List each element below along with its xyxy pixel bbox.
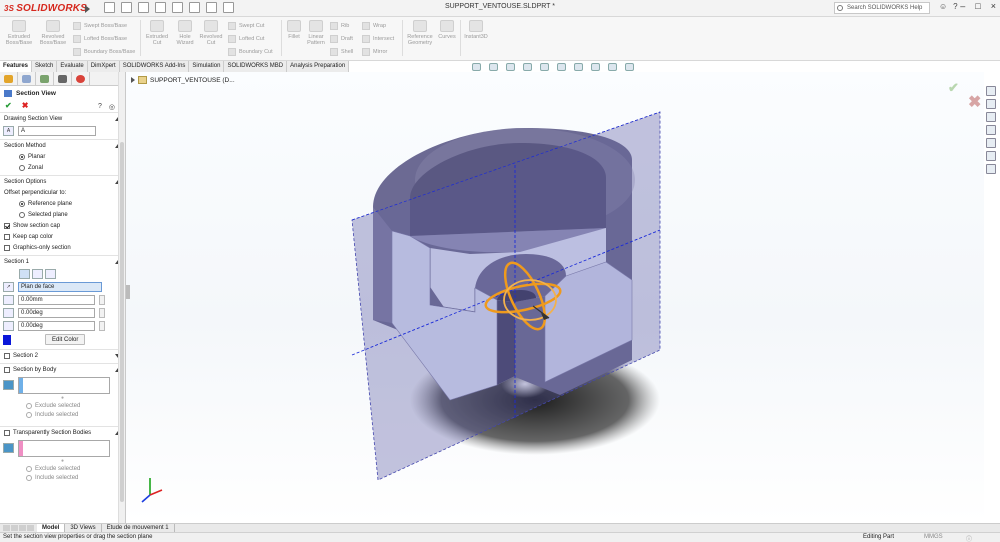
home-icon[interactable] (986, 86, 996, 96)
status-mode: Editing Part (863, 534, 895, 540)
dimxpert-manager-tab[interactable] (54, 72, 72, 85)
status-message: Set the section view properties or drag … (3, 534, 153, 540)
reference-plane-radio[interactable] (19, 200, 25, 207)
transparent-bodies-checkbox[interactable] (4, 429, 10, 436)
section-plane-field[interactable]: Plan de face (18, 281, 102, 292)
section-name-field[interactable]: A (18, 125, 96, 136)
custom-properties-icon[interactable] (986, 151, 996, 161)
keep-cap-color-checkbox[interactable] (4, 233, 10, 240)
file-explorer-icon[interactable] (986, 112, 996, 122)
task-pane (986, 86, 1000, 182)
configuration-icon (40, 74, 49, 83)
drawing-section-view-group: Drawing Section View AA (0, 112, 125, 137)
feature-tree-icon (4, 74, 13, 83)
bodies-selection-list[interactable] (18, 376, 110, 394)
last-tab-arrow-icon[interactable] (27, 525, 34, 531)
prev-tab-arrow-icon[interactable] (11, 525, 18, 531)
x-rotation-field[interactable]: 0.00deg (18, 307, 95, 318)
tab-motion-study[interactable]: Etude de mouvement 1 (102, 524, 175, 532)
feature-tree-flyout[interactable]: SUPPORT_VENTOUSE (D... (131, 76, 235, 84)
offset-label: Offset perpendicular to: (4, 189, 67, 196)
exclude-selected-radio[interactable] (26, 402, 32, 409)
transparent-bodies-list[interactable] (18, 439, 110, 457)
pm-title: Section View (0, 86, 125, 100)
solid-body-icon (3, 443, 14, 453)
forum-icon[interactable] (986, 164, 996, 174)
zonal-radio[interactable] (19, 164, 25, 171)
y-rotation-field[interactable]: 0.00deg (18, 320, 95, 331)
selection-color-bar (19, 377, 23, 393)
property-manager-tab[interactable] (18, 72, 36, 85)
part-icon (138, 76, 147, 84)
appearances-icon[interactable] (986, 138, 996, 148)
front-plane-icon[interactable] (19, 268, 30, 279)
offset-spinner[interactable] (99, 294, 105, 305)
tab-navigation (0, 524, 37, 532)
right-plane-icon[interactable] (45, 268, 56, 279)
cap-color-swatch (3, 334, 11, 345)
section-view-icon (4, 89, 12, 97)
model-view-tabs: Model 3D Views Etude de mouvement 1 (0, 523, 1000, 532)
section-by-body-group: Section by Body ● Exclude selected Inclu… (0, 363, 125, 419)
solid-body-icon (3, 380, 14, 390)
section-by-body-checkbox[interactable] (4, 366, 10, 373)
confirm-corner-ok-icon[interactable]: ✔ (948, 80, 959, 96)
graphics-only-section-checkbox[interactable] (4, 244, 10, 251)
y-rotation-icon (3, 320, 14, 331)
selected-plane-radio[interactable] (19, 211, 25, 218)
manager-tabs (0, 72, 125, 86)
show-section-cap-checkbox[interactable] (4, 222, 10, 229)
unit-system[interactable]: MMGS (924, 534, 943, 540)
confirm-corner-cancel-icon[interactable]: ✖ (968, 92, 981, 112)
display-icon (76, 74, 85, 83)
planar-radio[interactable] (19, 153, 25, 160)
cancel-button[interactable]: ✖ (22, 101, 29, 110)
pm-pin-icon[interactable]: ◎ (109, 103, 115, 111)
next-tab-arrow-icon[interactable] (19, 525, 26, 531)
edit-color-button[interactable]: Edit Color (45, 334, 86, 345)
dimxpert-icon (58, 74, 67, 83)
ok-button[interactable]: ✔ (5, 101, 12, 110)
configuration-manager-tab[interactable] (36, 72, 54, 85)
section-1-group: Section 1 ↗ Plan de face 0.00mm 0.00deg 0… (0, 255, 125, 347)
offset-distance-icon (3, 294, 14, 305)
include-selected-radio[interactable] (26, 411, 32, 418)
part-name-label: SUPPORT_VENTOUSE (D... (150, 76, 235, 84)
first-tab-arrow-icon[interactable] (3, 525, 10, 531)
display-manager-tab[interactable] (72, 72, 90, 85)
view-palette-icon[interactable] (986, 125, 996, 135)
property-icon (22, 74, 31, 83)
section-method-group: Section Method Planar Zonal (0, 139, 125, 173)
axis-triad-icon (141, 478, 163, 503)
transparent-exclude-radio[interactable] (26, 465, 32, 472)
transparent-section-bodies-group: Transparently Section Bodies ● Exclude s… (0, 426, 125, 482)
section-name-icon: A (3, 125, 14, 136)
design-library-icon[interactable] (986, 99, 996, 109)
x-rotation-icon (3, 307, 14, 318)
selection-color-bar (19, 440, 23, 456)
section-2-checkbox[interactable] (4, 352, 10, 359)
pm-scrollbar[interactable] (118, 72, 125, 523)
tab-3d-views[interactable]: 3D Views (65, 524, 102, 532)
reference-plane-icon: ↗ (3, 281, 14, 292)
status-info-icon[interactable]: ⓘ (966, 534, 972, 542)
tab-model[interactable]: Model (37, 524, 66, 532)
section-2-group: Section 2 (0, 349, 125, 361)
property-manager-panel: Section View ? ◎ ✔ ✖ Drawing Section View… (0, 72, 126, 523)
transparent-include-radio[interactable] (26, 474, 32, 481)
y-rotation-spinner[interactable] (99, 320, 105, 331)
scrollbar-thumb[interactable] (120, 142, 124, 502)
expand-arrow-icon[interactable] (131, 77, 135, 83)
x-rotation-spinner[interactable] (99, 307, 105, 318)
offset-distance-field[interactable]: 0.00mm (18, 294, 95, 305)
pm-help-icon[interactable]: ? (98, 103, 102, 111)
feature-manager-tab[interactable] (0, 72, 18, 85)
top-plane-icon[interactable] (32, 268, 43, 279)
section-options-group: Section Options Offset perpendicular to:… (0, 175, 125, 253)
status-bar: Set the section view properties or drag … (0, 532, 1000, 542)
